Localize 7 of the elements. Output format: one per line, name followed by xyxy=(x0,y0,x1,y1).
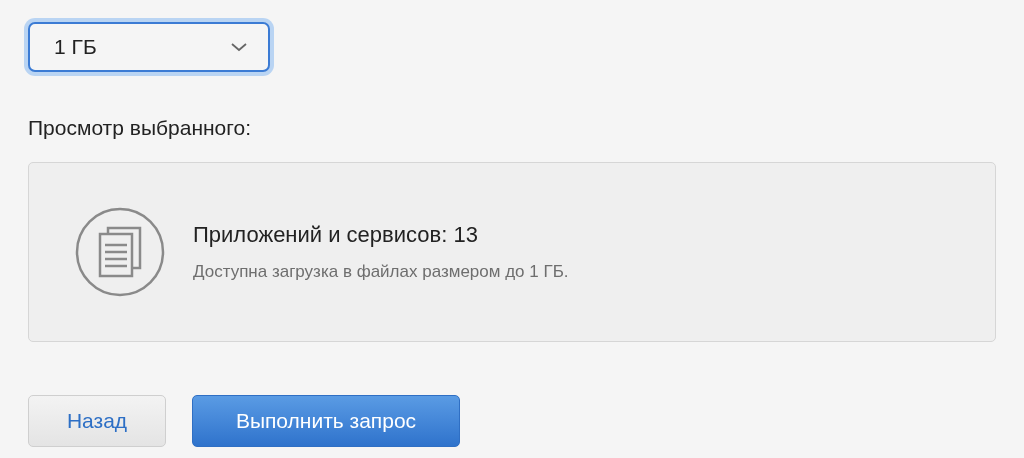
chevron-down-icon xyxy=(230,42,248,52)
preview-label: Просмотр выбранного: xyxy=(28,115,252,141)
submit-button[interactable]: Выполнить запрос xyxy=(192,394,460,447)
documents-icon xyxy=(75,206,165,297)
preview-title: Приложений и сервисов: 13 xyxy=(193,221,479,250)
back-button[interactable]: Назад xyxy=(28,394,166,447)
preview-subtitle: Доступна загрузка в файлах размером до 1 ГБ. xyxy=(193,261,569,284)
